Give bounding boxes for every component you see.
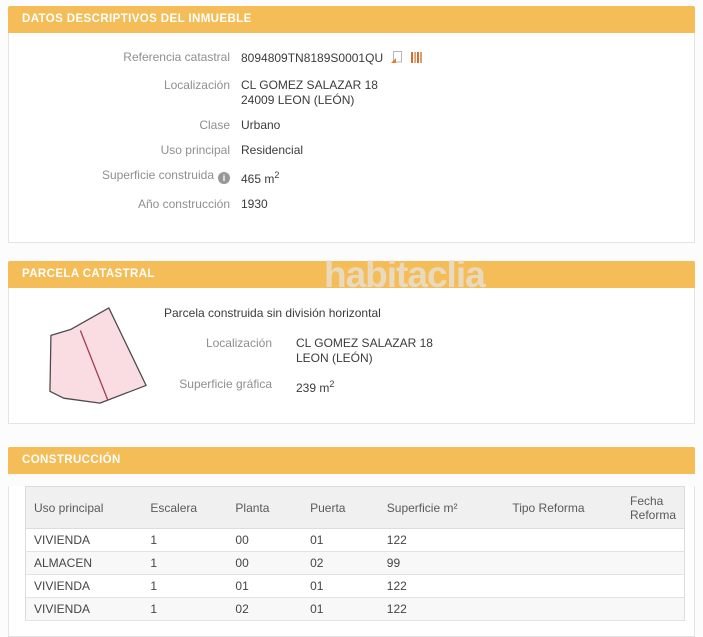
col-header-puerta: Puerta xyxy=(302,486,379,529)
field-value: CL GOMEZ SALAZAR 18 24009 LEON (LEÓN) xyxy=(241,78,682,108)
table-cell: 1 xyxy=(142,551,228,575)
field-value: CL GOMEZ SALAZAR 18 LEON (LEÓN) xyxy=(296,336,682,366)
section-title-datos-descriptivos: DATOS DESCRIPTIVOS DEL INMUEBLE xyxy=(8,6,695,33)
table-cell xyxy=(621,528,685,552)
parcel-outline-drawing xyxy=(49,307,147,404)
field-uso-principal: Uso principal Residencial xyxy=(9,143,682,158)
table-cell: VIVIENDA xyxy=(25,528,143,552)
table-cell: 1 xyxy=(142,597,228,621)
field-label: Localización xyxy=(205,336,272,350)
field-label: Referencia catastral xyxy=(123,50,230,64)
table-cell: 01 xyxy=(302,574,379,598)
field-localizacion: Localización CL GOMEZ SALAZAR 18 24009 L… xyxy=(9,78,682,108)
field-superficie-grafica: Superficie gráfica 239 m2 xyxy=(164,377,682,396)
col-header-tipo-reforma: Tipo Reforma xyxy=(504,486,622,529)
field-clase: Clase Urbano xyxy=(9,118,682,133)
field-label: Año construcción xyxy=(137,197,230,211)
construccion-table-body: VIVIENDA 1 00 01 122 ALMACEN 1 00 02 99 … xyxy=(25,528,685,621)
table-cell xyxy=(504,574,622,598)
copy-icon[interactable] xyxy=(390,50,403,68)
table-cell: 01 xyxy=(227,574,303,598)
col-header-escalera: Escalera xyxy=(142,486,228,529)
referencia-catastral-value: 8094809TN8189S0001QU xyxy=(241,51,384,65)
table-cell xyxy=(621,574,685,598)
section-datos-descriptivos: DATOS DESCRIPTIVOS DEL INMUEBLE Referenc… xyxy=(8,6,695,243)
parcela-localizacion-line2: LEON (LEÓN) xyxy=(296,351,373,365)
table-cell xyxy=(621,551,685,575)
construccion-table-head: Uso principal Escalera Planta Puerta Sup… xyxy=(25,486,685,529)
superficie-grafica-value: 239 m2 xyxy=(296,379,335,395)
ano-construccion-value: 1930 xyxy=(241,197,268,211)
table-row: VIVIENDA 1 02 01 122 xyxy=(25,597,685,621)
table-cell: 122 xyxy=(378,574,505,598)
section-parcela-catastral: PARCELA CATASTRAL Parcela construida sin… xyxy=(8,261,695,424)
table-cell: 01 xyxy=(302,597,379,621)
field-label: Localización xyxy=(163,78,230,92)
table-cell: 99 xyxy=(378,551,505,575)
col-header-uso-principal: Uso principal xyxy=(25,486,143,529)
col-header-planta: Planta xyxy=(227,486,303,529)
section-construccion: CONSTRUCCIÓN Uso principal Escalera Plan… xyxy=(8,447,695,637)
localizacion-line1: CL GOMEZ SALAZAR 18 xyxy=(241,78,378,92)
superficie-construida-value: 465 m2 xyxy=(241,170,280,186)
table-cell xyxy=(504,528,622,552)
field-superficie-construida: Superficie construida i 465 m2 xyxy=(9,168,682,187)
table-cell: VIVIENDA xyxy=(25,574,143,598)
table-cell xyxy=(621,597,685,621)
construccion-table-wrap: Uso principal Escalera Planta Puerta Sup… xyxy=(25,486,685,621)
table-cell: 122 xyxy=(378,597,505,621)
field-parcela-localizacion: Localización CL GOMEZ SALAZAR 18 LEON (L… xyxy=(164,336,682,366)
field-label: Superficie construida i xyxy=(9,168,230,187)
section-body-construccion: Uso principal Escalera Planta Puerta Sup… xyxy=(8,486,695,637)
table-header-row: Uso principal Escalera Planta Puerta Sup… xyxy=(25,486,685,529)
table-cell: 00 xyxy=(227,528,303,552)
parcela-note: Parcela construida sin división horizont… xyxy=(164,306,381,320)
table-cell: 01 xyxy=(302,528,379,552)
table-row: ALMACEN 1 00 02 99 xyxy=(25,551,685,575)
table-row: VIVIENDA 1 00 01 122 xyxy=(25,528,685,552)
table-cell xyxy=(504,597,622,621)
parcela-localizacion-line1: CL GOMEZ SALAZAR 18 xyxy=(296,336,433,350)
section-title-parcela-catastral: PARCELA CATASTRAL xyxy=(8,261,695,288)
uso-principal-value: Residencial xyxy=(241,143,304,157)
table-cell: 00 xyxy=(227,551,303,575)
field-referencia-catastral: Referencia catastral 8094809TN8189S0001Q… xyxy=(9,50,682,68)
table-cell: 02 xyxy=(302,551,379,575)
table-cell xyxy=(504,551,622,575)
field-value: 8094809TN8189S0001QU xyxy=(241,50,682,68)
table-cell: 1 xyxy=(142,528,228,552)
clase-value: Urbano xyxy=(241,118,281,132)
barcode-icon[interactable] xyxy=(410,51,423,68)
table-row: VIVIENDA 1 01 01 122 xyxy=(25,574,685,598)
parcela-info: Parcela construida sin división horizont… xyxy=(164,304,682,413)
field-ano-construccion: Año construcción 1930 xyxy=(9,197,682,212)
col-header-fecha-reforma: Fecha Reforma xyxy=(621,486,685,529)
table-cell: 122 xyxy=(378,528,505,552)
field-label: Uso principal xyxy=(160,143,230,157)
section-title-construccion: CONSTRUCCIÓN xyxy=(8,447,695,474)
localizacion-line2: 24009 LEON (LEÓN) xyxy=(241,93,355,107)
section-body-datos-descriptivos: Referencia catastral 8094809TN8189S0001Q… xyxy=(8,33,695,243)
table-cell: 02 xyxy=(227,597,303,621)
construccion-table: Uso principal Escalera Planta Puerta Sup… xyxy=(25,486,685,621)
field-label: Superficie gráfica xyxy=(179,377,272,391)
table-cell: 1 xyxy=(142,574,228,598)
field-label: Clase xyxy=(199,118,230,132)
section-body-parcela-catastral: Parcela construida sin división horizont… xyxy=(8,288,695,424)
info-icon[interactable]: i xyxy=(218,172,230,184)
table-cell: ALMACEN xyxy=(25,551,143,575)
parcel-map-thumbnail xyxy=(43,304,155,413)
table-cell: VIVIENDA xyxy=(25,597,143,621)
col-header-superficie: Superficie m² xyxy=(378,486,505,529)
cadastral-property-page: DATOS DESCRIPTIVOS DEL INMUEBLE Referenc… xyxy=(0,0,703,637)
